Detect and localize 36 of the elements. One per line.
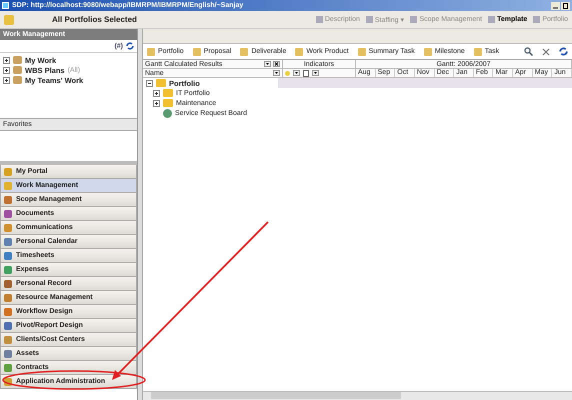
app-icon xyxy=(2,2,9,9)
expand-icon[interactable] xyxy=(3,66,10,74)
toolbar-icon xyxy=(358,48,366,56)
horizontal-scrollbar[interactable] xyxy=(143,391,572,400)
toolbar-icon xyxy=(192,48,201,56)
expand-icon[interactable] xyxy=(3,56,10,64)
scrollbar-thumb[interactable] xyxy=(151,392,401,399)
splitter-handle[interactable] xyxy=(0,161,137,165)
toolbar-icon xyxy=(316,16,323,23)
indicator-icon xyxy=(285,70,290,76)
minimize-button[interactable] xyxy=(551,2,560,10)
expand-icon[interactable] xyxy=(153,100,160,106)
dropdown-button[interactable] xyxy=(293,70,300,76)
toolbar-icon xyxy=(533,16,540,23)
expand-icon[interactable] xyxy=(153,90,160,96)
toolbar-icon xyxy=(240,48,248,56)
dropdown-button[interactable] xyxy=(312,70,319,76)
toolbar-icon xyxy=(410,16,418,23)
toolbar-icon xyxy=(147,48,155,56)
selection-title: All Portfolios Selected xyxy=(52,15,137,24)
refresh-icon[interactable] xyxy=(126,42,134,50)
globe-icon xyxy=(163,108,172,118)
close-icon[interactable] xyxy=(542,48,550,56)
toolbar-icon xyxy=(474,48,482,56)
maximize-button[interactable] xyxy=(561,2,570,10)
expand-icon[interactable] xyxy=(3,76,10,84)
close-button[interactable] xyxy=(273,61,280,67)
toolbar-icon xyxy=(488,16,496,23)
dropdown-button[interactable] xyxy=(264,61,271,67)
refresh-icon[interactable] xyxy=(559,47,568,56)
toolbar-icon xyxy=(366,16,373,23)
collapse-icon[interactable] xyxy=(146,80,153,86)
toolbar-icon xyxy=(295,48,304,56)
dropdown-button[interactable] xyxy=(273,70,280,76)
toolbar-icon xyxy=(424,48,432,56)
search-icon[interactable] xyxy=(524,47,533,56)
